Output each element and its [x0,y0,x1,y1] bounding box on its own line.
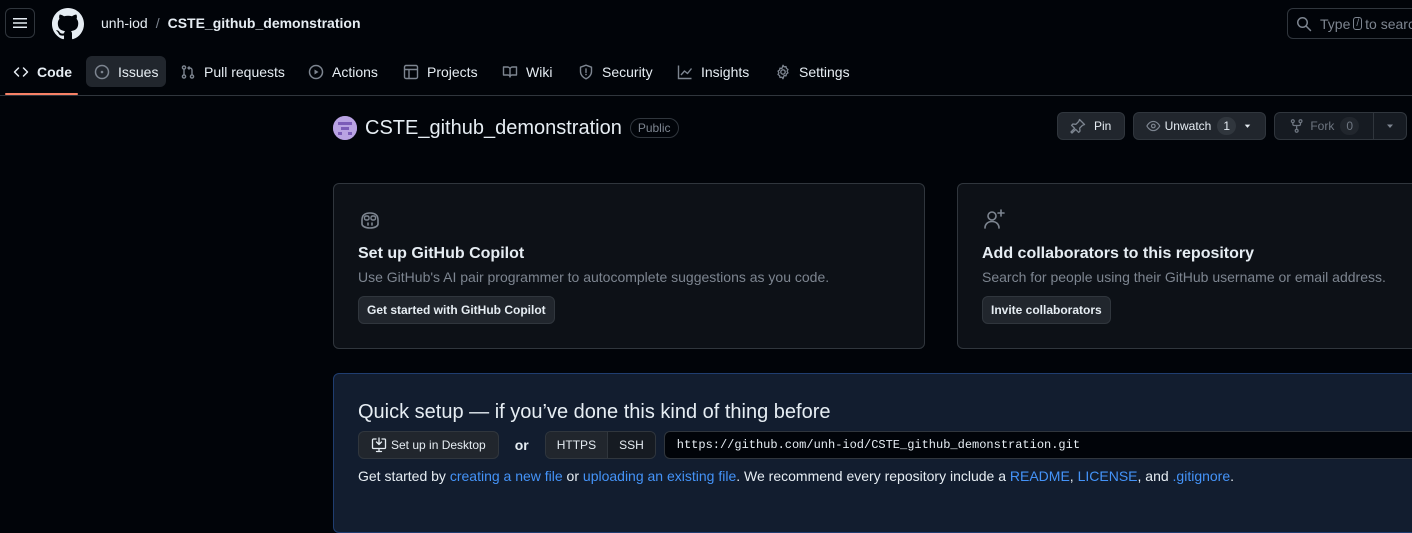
tab-settings[interactable]: Settings [767,56,858,87]
help-text-5: , and [1137,468,1173,484]
tab-issues-label: Issues [118,63,159,80]
triangle-down-icon [1387,124,1393,128]
graph-icon [677,64,693,80]
tab-code[interactable]: Code [5,56,80,87]
fork-dropdown-button[interactable] [1373,112,1407,140]
watch-count: 1 [1217,117,1237,135]
collaborators-card: Add collaborators to this repository Sea… [957,183,1412,349]
search-shortcut-key: / [1353,17,1363,30]
setup-in-desktop-button[interactable]: Set up in Desktop [358,431,499,459]
repo-title[interactable]: CSTE_github_demonstration [365,117,622,140]
person-add-icon [982,208,1006,232]
table-icon [403,64,419,80]
tab-insights[interactable]: Insights [669,56,757,87]
breadcrumb-separator: / [155,15,160,31]
tab-actions[interactable]: Actions [300,56,386,87]
quick-setup-panel: Quick setup — if you’ve done this kind o… [333,373,1412,533]
pin-icon [1070,118,1086,134]
help-text-3: . We recommend every repository include … [736,468,1010,484]
tab-code-label: Code [37,63,72,80]
search-placeholder-prefix: Type [1320,15,1351,32]
fork-label: Fork [1310,119,1335,133]
help-text-1: Get started by [358,468,450,484]
triangle-down-icon [1244,124,1251,128]
book-icon [502,64,518,80]
tab-projects[interactable]: Projects [395,56,486,87]
search-icon [1297,16,1312,31]
tab-security-label: Security [602,63,653,80]
clone-url-input[interactable]: https://github.com/unh-iod/CSTE_github_d… [663,431,1412,459]
issue-opened-icon [94,64,110,80]
help-text-2: or [562,468,583,484]
collaborators-card-title: Add collaborators to this repository [982,245,1255,262]
quick-setup-help: Get started by creating a new file or up… [358,468,1234,484]
https-tab[interactable]: HTTPS [545,432,608,458]
gear-icon [775,64,791,80]
visibility-badge: Public [629,118,679,138]
protocol-selector: HTTPS SSH [544,431,656,459]
fork-button[interactable]: Fork 0 [1274,112,1374,140]
license-link[interactable]: LICENSE [1078,468,1138,484]
repo-forked-icon [1290,119,1303,133]
tab-security[interactable]: Security [570,56,661,87]
desktop-download-icon [371,437,387,453]
top-bar: unh-iod / CSTE_github_demonstration Type / t… [0,0,1412,48]
ssh-tab[interactable]: SSH [607,432,655,458]
setup-in-desktop-label: Set up in Desktop [391,438,486,452]
help-text-6: . [1230,468,1235,484]
get-started-copilot-button[interactable]: Get started with GitHub Copilot [358,296,555,324]
copilot-card-title: Set up GitHub Copilot [358,245,525,262]
code-icon [13,64,29,80]
avatar[interactable] [333,116,357,140]
or-label: or [514,437,529,453]
active-tab-indicator [5,93,78,95]
repo-nav: Code Issues Pull requests Actions Projec… [0,48,1412,96]
readme-link[interactable]: README [1010,468,1070,484]
quick-setup-row: Set up in Desktop or HTTPS SSH https://g… [358,431,1412,459]
eye-icon [1146,120,1161,132]
invite-collaborators-button[interactable]: Invite collaborators [982,296,1111,324]
github-mark-icon [52,8,84,40]
github-logo[interactable] [52,8,84,40]
create-new-file-link[interactable]: creating a new file [450,468,563,484]
copilot-card-description: Use GitHub's AI pair programmer to autoc… [358,269,830,285]
git-pull-request-icon [180,64,196,80]
copilot-card: Set up GitHub Copilot Use GitHub's AI pa… [333,183,925,349]
tab-pull-requests[interactable]: Pull requests [172,56,293,87]
tab-actions-label: Actions [332,63,378,80]
shield-icon [578,64,594,80]
repo-link[interactable]: CSTE_github_demonstration [168,15,361,31]
upload-existing-file-link[interactable]: uploading an existing file [583,468,736,484]
tab-pull-requests-label: Pull requests [204,63,285,80]
quick-setup-title: Quick setup — if you’ve done this kind o… [358,401,831,423]
tab-insights-label: Insights [701,63,750,80]
pin-label: Pin [1094,119,1112,133]
search-placeholder-suffix: to search [1365,15,1412,32]
tab-projects-label: Projects [427,63,478,80]
tab-wiki[interactable]: Wiki [494,56,560,87]
collaborators-card-description: Search for people using their GitHub use… [982,269,1386,285]
gitignore-link[interactable]: .gitignore [1173,468,1231,484]
tab-issues[interactable]: Issues [86,56,167,87]
breadcrumb: unh-iod / CSTE_github_demonstration [101,15,361,31]
identicon-icon [333,116,357,140]
tab-wiki-label: Wiki [526,63,553,80]
pin-button[interactable]: Pin [1057,112,1125,140]
hamburger-icon [13,18,27,28]
unwatch-button[interactable]: Unwatch 1 [1133,112,1266,140]
repo-header: CSTE_github_demonstration Public [333,114,679,142]
fork-count: 0 [1340,117,1359,135]
search-input[interactable]: Type/to search [1287,8,1412,39]
help-text-4: , [1069,468,1078,484]
tab-settings-label: Settings [799,63,850,80]
menu-button[interactable] [5,8,35,38]
copilot-icon [358,208,382,232]
owner-link[interactable]: unh-iod [101,15,148,31]
play-icon [308,64,324,80]
unwatch-label: Unwatch [1164,119,1212,133]
